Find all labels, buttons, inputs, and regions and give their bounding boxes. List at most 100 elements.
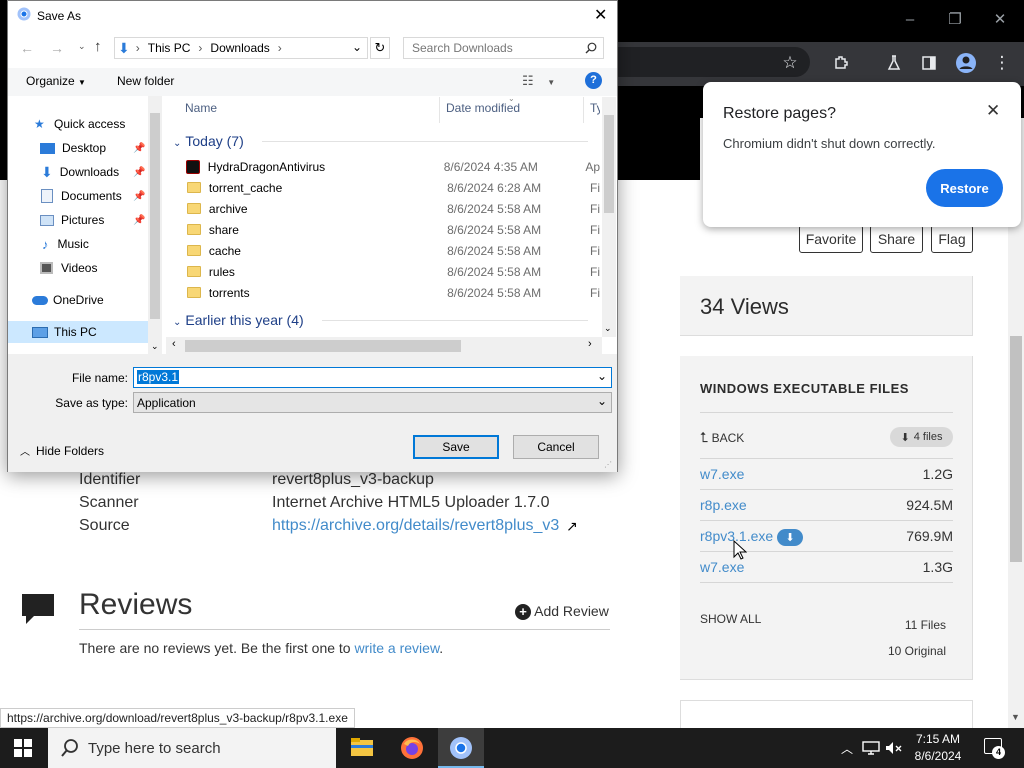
view-options-icon[interactable]: ☷ ▼: [522, 73, 555, 89]
nav-this-pc[interactable]: This PC: [8, 321, 148, 343]
meta-key: Source: [79, 517, 130, 534]
address-dropdown-icon[interactable]: ⌄: [352, 40, 362, 54]
divider: [700, 520, 953, 521]
close-browser-button[interactable]: ✕: [980, 6, 1020, 32]
breadcrumb-item[interactable]: Downloads: [210, 41, 269, 55]
nav-scroll-down-icon[interactable]: ⌄: [151, 341, 159, 352]
file-type: Fi: [590, 222, 600, 237]
restore-button[interactable]: Restore: [926, 169, 1003, 207]
file-link[interactable]: w7.exe: [700, 559, 744, 575]
clock-time: 7:15 AM: [915, 732, 961, 746]
nav-pictures[interactable]: Pictures 📌: [8, 209, 148, 231]
column-header-type[interactable]: Ty: [590, 101, 600, 115]
nav-desktop[interactable]: Desktop 📌: [8, 137, 148, 159]
recent-dropdown-icon[interactable]: ⌄: [78, 41, 86, 52]
breadcrumb[interactable]: ⬇ › This PC › Downloads ›: [114, 37, 368, 59]
list-horizontal-scrollbar-thumb[interactable]: [185, 340, 461, 352]
file-link[interactable]: r8p.exe: [700, 497, 747, 513]
resize-grip-icon[interactable]: ⋰: [604, 460, 612, 469]
page-scrollbar-thumb[interactable]: [1010, 336, 1022, 562]
nav-videos[interactable]: Videos: [8, 257, 148, 279]
volume-muted-icon[interactable]: [885, 741, 903, 755]
download-pill-icon[interactable]: ⬇: [777, 529, 803, 546]
refresh-icon[interactable]: ↻: [370, 37, 390, 59]
organize-button[interactable]: Organize ▼: [26, 74, 86, 88]
taskbar-search-box[interactable]: Type here to search: [48, 728, 336, 768]
hide-folders-button[interactable]: ︿ Hide Folders: [20, 443, 104, 458]
group-today[interactable]: ⌄ Today (7): [173, 133, 244, 149]
nav-scrollbar-thumb[interactable]: [150, 113, 160, 319]
back-link[interactable]: ⮤ BACK: [700, 429, 744, 446]
scroll-right-icon[interactable]: ›: [588, 338, 592, 350]
write-review-link[interactable]: write a review: [354, 640, 439, 656]
profile-avatar-icon[interactable]: [952, 49, 980, 77]
help-icon[interactable]: ?: [585, 72, 602, 89]
add-review-button[interactable]: + Add Review: [515, 603, 609, 620]
file-count-badge[interactable]: ⬇ 4 files: [890, 427, 953, 447]
dialog-title: Save As: [37, 9, 82, 23]
windows-start-icon[interactable]: [14, 739, 32, 757]
side-panel-icon[interactable]: [915, 49, 943, 77]
list-vertical-scrollbar-thumb[interactable]: [604, 115, 614, 213]
taskbar-clock[interactable]: 7:15 AM 8/6/2024: [906, 731, 970, 765]
share-button[interactable]: Share: [870, 225, 923, 253]
nav-label: Documents: [61, 189, 122, 203]
popup-close-icon[interactable]: ✕: [986, 101, 1000, 121]
tray-overflow-icon[interactable]: ︿: [841, 740, 853, 757]
bookmark-star-icon[interactable]: ☆: [776, 49, 804, 77]
save-as-type-select[interactable]: Application ⌄: [133, 392, 612, 413]
maximize-button[interactable]: ❐: [935, 6, 975, 32]
column-header-date[interactable]: Date modified: [446, 101, 520, 115]
group-earlier-this-year[interactable]: ⌄ Earlier this year (4): [173, 312, 304, 328]
up-arrow-icon[interactable]: ↑: [94, 38, 102, 55]
nav-documents[interactable]: Documents 📌: [8, 185, 148, 207]
new-folder-button[interactable]: New folder: [117, 74, 174, 88]
list-scroll-down-icon[interactable]: ⌄: [604, 323, 612, 334]
menu-kebab-icon[interactable]: ⋮: [988, 49, 1016, 77]
labs-flask-icon[interactable]: [880, 49, 908, 77]
show-all-link[interactable]: SHOW ALL: [700, 612, 761, 626]
nav-quick-access[interactable]: ★ Quick access: [8, 113, 148, 135]
scroll-left-icon[interactable]: ‹: [172, 338, 176, 350]
nav-music[interactable]: ♪ Music: [8, 233, 148, 255]
breadcrumb-item[interactable]: This PC: [148, 41, 191, 55]
save-button[interactable]: Save: [413, 435, 499, 459]
file-link[interactable]: w7.exe: [700, 466, 744, 482]
group-label: Earlier this year (4): [185, 312, 304, 328]
file-row[interactable]: rules 8/6/2024 5:58 AM Fi: [170, 261, 600, 282]
file-row[interactable]: archive 8/6/2024 5:58 AM Fi: [170, 198, 600, 219]
file-row[interactable]: HydraDragonAntivirus 8/6/2024 4:35 AM Ap: [170, 156, 600, 177]
cancel-button[interactable]: Cancel: [513, 435, 599, 459]
nav-downloads[interactable]: ⬇ Downloads 📌: [8, 161, 148, 183]
extensions-icon[interactable]: [827, 49, 855, 77]
file-type: Fi: [590, 285, 600, 300]
forward-arrow-icon[interactable]: →: [50, 40, 64, 56]
network-icon[interactable]: [862, 741, 880, 755]
file-size: 924.5M: [906, 497, 953, 513]
file-row[interactable]: share 8/6/2024 5:58 AM Fi: [170, 219, 600, 240]
dialog-close-icon[interactable]: ✕: [594, 5, 607, 25]
scroll-down-arrow-icon[interactable]: ▼: [1011, 712, 1020, 722]
file-row[interactable]: torrent_cache 8/6/2024 6:28 AM Fi: [170, 177, 600, 198]
desktop-icon: [40, 142, 55, 154]
file-name-input[interactable]: r8pv3.1 ⌄: [133, 367, 612, 388]
chromium-icon: [450, 737, 472, 759]
file-explorer-icon[interactable]: [350, 737, 374, 757]
external-link-icon[interactable]: ↗: [566, 518, 578, 535]
chevron-down-icon[interactable]: ⌄: [597, 369, 607, 383]
file-date: 8/6/2024 5:58 AM: [447, 285, 542, 300]
nav-onedrive[interactable]: OneDrive: [8, 289, 148, 311]
back-arrow-icon[interactable]: ←: [20, 40, 34, 56]
dialog-search-input[interactable]: Search Downloads: [403, 37, 604, 59]
folder-icon: [187, 245, 201, 256]
favorite-button[interactable]: Favorite: [799, 225, 863, 253]
file-date: 8/6/2024 5:58 AM: [447, 264, 542, 279]
file-row[interactable]: cache 8/6/2024 5:58 AM Fi: [170, 240, 600, 261]
firefox-icon[interactable]: [400, 736, 424, 760]
source-link[interactable]: https://archive.org/details/revert8plus_…: [272, 517, 559, 535]
flag-button[interactable]: Flag: [931, 225, 973, 253]
nav-label: Pictures: [61, 213, 105, 227]
minimize-button[interactable]: –: [890, 6, 930, 32]
column-header-name[interactable]: Name: [185, 101, 217, 115]
file-row[interactable]: torrents 8/6/2024 5:58 AM Fi: [170, 282, 600, 303]
